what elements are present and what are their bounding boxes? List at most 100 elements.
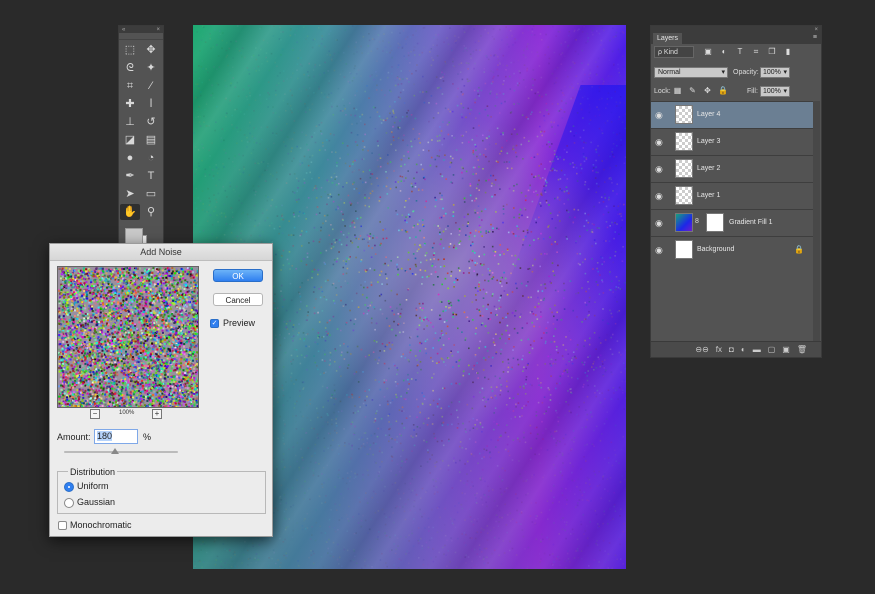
visibility-eye-icon[interactable]: ◉ xyxy=(655,110,663,120)
monochromatic-checkbox[interactable] xyxy=(58,521,67,530)
preview-checkbox[interactable]: ✓ xyxy=(210,319,219,328)
layer-row[interactable]: ◉ Background 🔒 xyxy=(651,236,814,263)
collapse-icon[interactable]: « xyxy=(122,27,125,33)
dialog-title: Add Noise xyxy=(50,244,272,261)
adjustment-layer-icon[interactable]: ◐ xyxy=(741,345,746,354)
crop-icon[interactable]: ⌗ xyxy=(120,78,140,94)
visibility-eye-icon[interactable]: ◉ xyxy=(655,191,663,201)
lock-pixels-icon[interactable]: ✎ xyxy=(688,86,697,96)
distribution-label: Distribution xyxy=(68,467,118,477)
uniform-radio[interactable] xyxy=(64,482,74,492)
eraser-icon[interactable]: ◪ xyxy=(120,132,140,148)
visibility-eye-icon[interactable]: ◉ xyxy=(655,245,663,255)
zoom-icon[interactable]: ⚲ xyxy=(141,204,161,220)
history-brush-icon[interactable]: ↺ xyxy=(141,114,161,130)
zoom-out-button[interactable]: − xyxy=(90,409,100,419)
layers-panel-header: × xyxy=(651,26,821,33)
layers-scrollbar[interactable] xyxy=(813,101,820,341)
shape-filter-icon[interactable]: ⌗ xyxy=(751,47,761,57)
panel-menu-icon[interactable]: ≡ xyxy=(813,34,817,41)
pen-icon[interactable]: ✒ xyxy=(120,168,140,184)
tool-grid: ⬚ ✥ ᘓ ✦ ⌗ ⁄ ✚ ⅼ ⊥ ↺ ◪ ▤ ● ◔ ✒ T ➤ ▭ ✋ ⚲ xyxy=(119,40,163,222)
layers-panel: × Layers ≡ ρ Kind ▣ ◐ T ⌗ ❐ ▮ Normal Opacity:… xyxy=(650,25,822,358)
zoom-in-button[interactable]: + xyxy=(152,409,162,419)
fill-field[interactable]: 100% xyxy=(760,86,790,97)
layer-list: ◉ Layer 4 ◉ Layer 3 ◉ Layer 2 ◉ Layer 1 ◉ 8 Gradie… xyxy=(651,101,814,263)
monochromatic-label: Monochromatic xyxy=(70,520,132,530)
layer-filter-row: ρ Kind ▣ ◐ T ⌗ ❐ ▮ xyxy=(651,45,821,61)
cancel-button[interactable]: Cancel xyxy=(213,293,263,306)
lock-icon: 🔒 xyxy=(794,245,804,254)
marquee-icon[interactable]: ⬚ xyxy=(120,42,140,58)
lock-row: Lock: ▦ ✎ ✥ 🔒 Fill: 100% xyxy=(651,84,821,100)
tools-panel: « × ⬚ ✥ ᘓ ✦ ⌗ ⁄ ✚ ⅼ ⊥ ↺ ◪ ▤ ● ◔ ✒ T ➤ ▭ ✋ ⚲ xyxy=(118,25,164,250)
stamp-icon[interactable]: ⊥ xyxy=(120,114,140,130)
visibility-eye-icon[interactable]: ◉ xyxy=(655,218,663,228)
layer-name: Layer 1 xyxy=(697,192,721,199)
fill-label: Fill: xyxy=(747,88,758,95)
trash-icon[interactable]: 🗑 xyxy=(797,345,807,354)
smart-object-filter-icon[interactable]: ❐ xyxy=(767,47,777,57)
pixel-filter-icon[interactable]: ▣ xyxy=(703,47,713,57)
layer-row[interactable]: ◉ Layer 3 xyxy=(651,128,814,155)
opacity-field[interactable]: 100% xyxy=(760,67,790,78)
rectangle-icon[interactable]: ▭ xyxy=(141,186,161,202)
layer-row[interactable]: ◉ Layer 4 xyxy=(651,101,814,128)
type-filter-icon[interactable]: T xyxy=(735,47,745,57)
magic-wand-icon[interactable]: ✦ xyxy=(141,60,161,76)
zoom-level: 100% xyxy=(119,410,135,416)
gradient-icon[interactable]: ▤ xyxy=(141,132,161,148)
link-icon[interactable]: 8 xyxy=(695,218,699,225)
lock-position-icon[interactable]: ✥ xyxy=(703,86,712,96)
layer-thumbnail xyxy=(675,159,693,178)
lock-transparent-icon[interactable]: ▦ xyxy=(673,86,682,96)
healing-brush-icon[interactable]: ✚ xyxy=(120,96,140,112)
lasso-icon[interactable]: ᘓ xyxy=(120,60,140,76)
close-icon[interactable]: × xyxy=(156,27,160,33)
blur-icon[interactable]: ● xyxy=(120,150,140,166)
amount-label: Amount: xyxy=(57,432,91,442)
noise-preview[interactable] xyxy=(57,266,199,408)
lock-label: Lock: xyxy=(654,88,671,95)
panel-grip[interactable] xyxy=(119,33,163,40)
eyedropper-icon[interactable]: ⁄ xyxy=(141,78,161,94)
add-mask-icon[interactable]: ◘ xyxy=(729,345,734,354)
brush-icon[interactable]: ⅼ xyxy=(141,96,161,112)
uniform-label: Uniform xyxy=(77,481,109,491)
link-layers-icon[interactable]: ⊖⊖ xyxy=(695,345,708,354)
layers-tab-bar: Layers ≡ xyxy=(651,33,821,44)
fx-icon[interactable]: fx xyxy=(716,345,722,354)
blend-mode-select[interactable]: Normal xyxy=(654,67,728,78)
layer-thumbnail xyxy=(675,240,693,259)
preview-zoom-controls: − 100% + xyxy=(90,409,165,419)
filter-kind-select[interactable]: ρ Kind xyxy=(654,46,694,58)
layer-row[interactable]: ◉ Layer 1 xyxy=(651,182,814,209)
filter-toggle-icon[interactable]: ▮ xyxy=(783,47,793,57)
move-icon[interactable]: ✥ xyxy=(141,42,161,58)
layer-row[interactable]: ◉ 8 Gradient Fill 1 xyxy=(651,209,814,236)
visibility-eye-icon[interactable]: ◉ xyxy=(655,164,663,174)
lock-all-icon[interactable]: 🔒 xyxy=(718,86,728,96)
ok-button[interactable]: OK xyxy=(213,269,263,282)
close-icon[interactable]: × xyxy=(814,27,818,33)
layer-thumbnail xyxy=(675,105,693,124)
hand-icon[interactable]: ✋ xyxy=(120,204,140,220)
tab-layers[interactable]: Layers xyxy=(653,33,683,44)
visibility-eye-icon[interactable]: ◉ xyxy=(655,137,663,147)
adjustment-filter-icon[interactable]: ◐ xyxy=(719,47,729,57)
new-layer-icon[interactable]: ▢ xyxy=(768,345,776,354)
type-icon[interactable]: T xyxy=(141,168,161,184)
group-icon[interactable]: ▬ xyxy=(753,345,761,354)
folder-icon[interactable]: ▣ xyxy=(782,345,790,354)
path-selection-icon[interactable]: ➤ xyxy=(120,186,140,202)
gaussian-radio[interactable] xyxy=(64,498,74,508)
layer-mask-thumbnail[interactable] xyxy=(706,213,724,232)
amount-unit: % xyxy=(143,432,152,442)
tools-panel-header: « × xyxy=(119,26,163,33)
amount-field[interactable]: 180 xyxy=(94,429,138,444)
amount-slider-thumb[interactable] xyxy=(111,448,120,454)
layer-row[interactable]: ◉ Layer 2 xyxy=(651,155,814,182)
amount-slider-track[interactable] xyxy=(64,448,178,454)
dodge-icon[interactable]: ◔ xyxy=(141,150,161,166)
lock-icons: ▦ ✎ ✥ 🔒 xyxy=(673,86,728,96)
